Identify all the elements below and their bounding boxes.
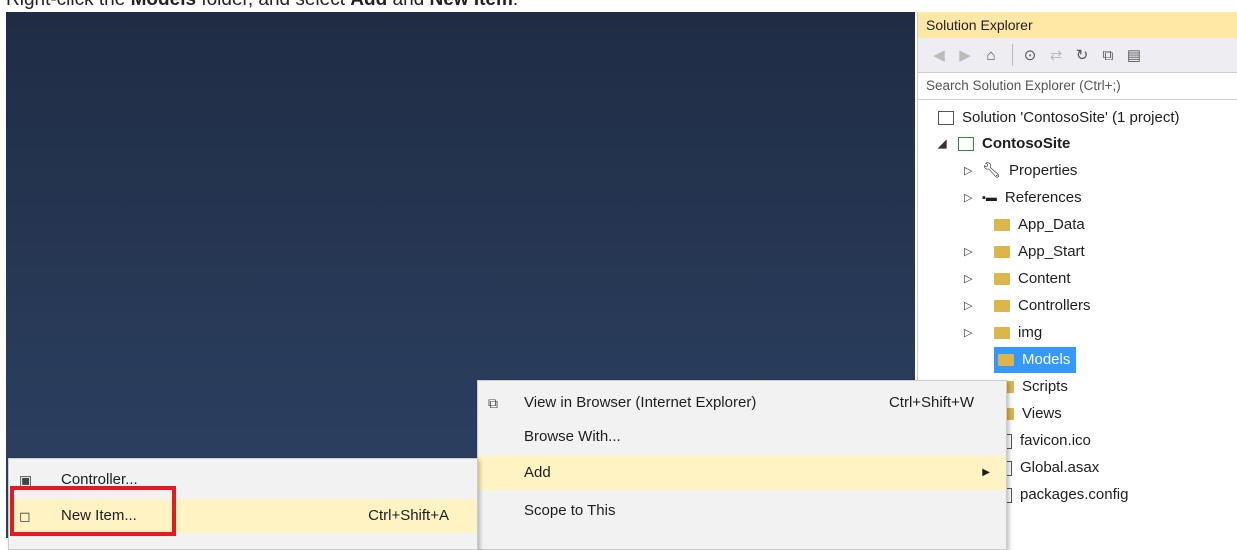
expanded-arrow-icon[interactable]: ◢ xyxy=(938,131,952,157)
folder-icon xyxy=(994,273,1010,285)
solution-icon xyxy=(938,111,954,125)
tree-item-app-data[interactable]: App_Data xyxy=(978,212,1085,238)
tree-item-controllers[interactable]: ▷ Controllers xyxy=(964,293,1091,319)
tree-item-global[interactable]: Global.asax xyxy=(994,455,1099,481)
instruction-part: . xyxy=(513,0,518,10)
tree-item-label: favicon.ico xyxy=(1020,432,1091,449)
tree-item-models[interactable]: Models xyxy=(994,347,1077,373)
submenu-arrow-icon: ▶ xyxy=(982,467,990,478)
menu-item-scope-to-this[interactable]: Scope to This xyxy=(478,494,1006,528)
tree-item-label: Solution 'ContosoSite' (1 project) xyxy=(962,109,1180,126)
menu-item-label: Scope to This xyxy=(524,502,616,519)
collapsed-arrow-icon[interactable]: ▷ xyxy=(964,320,978,346)
instruction-part: Right-click the xyxy=(6,0,131,10)
tree-item-label: Views xyxy=(1022,405,1062,422)
collapsed-arrow-icon[interactable]: ▷ xyxy=(964,266,978,292)
tree-item-project[interactable]: ◢ ContosoSite xyxy=(938,131,1070,157)
tree-item-label: Properties xyxy=(1009,162,1078,179)
folder-icon xyxy=(994,300,1010,312)
references-icon: ▪▬ xyxy=(982,192,997,204)
collapsed-arrow-icon[interactable]: ▷ xyxy=(964,158,978,184)
tree-item-favicon[interactable]: favicon.ico xyxy=(994,428,1091,454)
collapsed-arrow-icon[interactable]: ▷ xyxy=(964,293,978,319)
menu-item-view-in-browser[interactable]: ⧉ View in Browser (Internet Explorer) Ct… xyxy=(478,386,1006,420)
home-icon[interactable]: ⌂ xyxy=(980,44,1002,66)
collapsed-arrow-icon[interactable]: ▷ xyxy=(964,185,978,211)
back-icon[interactable]: ◀ xyxy=(928,44,950,66)
annotation-highlight-box xyxy=(10,486,176,536)
show-all-files-icon[interactable]: ▤ xyxy=(1123,44,1145,66)
tree-item-properties[interactable]: ▷ 🔧︎ Properties xyxy=(964,158,1077,184)
tree-item-label: App_Start xyxy=(1018,243,1085,260)
menu-item-label: View in Browser (Internet Explorer) xyxy=(524,394,757,411)
refresh-icon[interactable]: ↻ xyxy=(1071,44,1093,66)
forward-icon[interactable]: ▶ xyxy=(954,44,976,66)
instruction-bold: Models xyxy=(131,0,196,10)
tree-item-label: Controllers xyxy=(1018,297,1091,314)
folder-icon xyxy=(994,327,1010,339)
tree-item-solution[interactable]: Solution 'ContosoSite' (1 project) xyxy=(938,105,1180,131)
collapsed-arrow-icon[interactable]: ▷ xyxy=(964,239,978,265)
menu-item-label: Browse With... xyxy=(524,428,621,445)
menu-item-shortcut: Ctrl+Shift+W xyxy=(888,394,974,411)
instruction-part: and xyxy=(387,0,429,10)
browser-icon: ⧉ xyxy=(488,395,498,411)
tree-item-app-start[interactable]: ▷ App_Start xyxy=(964,239,1085,265)
wrench-icon: 🔧︎ xyxy=(982,162,1002,179)
solution-explorer-title: Solution Explorer xyxy=(918,12,1237,38)
tree-item-label: img xyxy=(1018,324,1043,341)
collapse-all-icon[interactable]: ⧉ xyxy=(1097,44,1119,66)
tree-item-label: Models xyxy=(1022,351,1071,368)
sync-icon[interactable]: ⇄ xyxy=(1045,44,1067,66)
tree-item-label: Global.asax xyxy=(1020,459,1100,476)
tree-item-label: Scripts xyxy=(1022,378,1068,395)
menu-item-label: Add xyxy=(524,464,551,481)
instruction-bold: Add xyxy=(350,0,387,10)
tree-item-content[interactable]: ▷ Content xyxy=(964,266,1071,292)
project-icon xyxy=(958,137,974,151)
folder-icon xyxy=(998,354,1014,366)
toolbar-separator xyxy=(1012,44,1013,66)
tree-item-label: ContosoSite xyxy=(982,135,1071,152)
menu-item-browse-with[interactable]: Browse With... xyxy=(478,420,1006,454)
folder-icon xyxy=(994,246,1010,258)
solution-explorer-toolbar: ◀ ▶ ⌂ ⊙ ⇄ ↻ ⧉ ▤ xyxy=(918,38,1237,73)
menu-item-add[interactable]: Add ▶ xyxy=(478,456,1006,490)
tree-item-label: References xyxy=(1004,189,1082,206)
tree-item-label: App_Data xyxy=(1018,216,1085,233)
tree-item-label: Content xyxy=(1018,270,1071,287)
context-menu: ⧉ View in Browser (Internet Explorer) Ct… xyxy=(477,380,1007,550)
folder-icon xyxy=(994,219,1010,231)
menu-item-shortcut: Ctrl+Shift+A xyxy=(368,507,449,524)
tree-item-references[interactable]: ▷ ▪▬ References xyxy=(964,185,1082,211)
instruction-part: folder, and select xyxy=(196,0,350,10)
search-input[interactable]: Search Solution Explorer (Ctrl+;) xyxy=(918,73,1237,100)
tree-item-label: packages.config xyxy=(1020,486,1129,503)
instruction-text: Right-click the Models folder, and selec… xyxy=(6,0,518,11)
tree-item-packages[interactable]: packages.config xyxy=(994,482,1128,508)
instruction-bold: New Item xyxy=(429,0,512,10)
history-icon[interactable]: ⊙ xyxy=(1019,44,1041,66)
tree-item-img[interactable]: ▷ img xyxy=(964,320,1042,346)
